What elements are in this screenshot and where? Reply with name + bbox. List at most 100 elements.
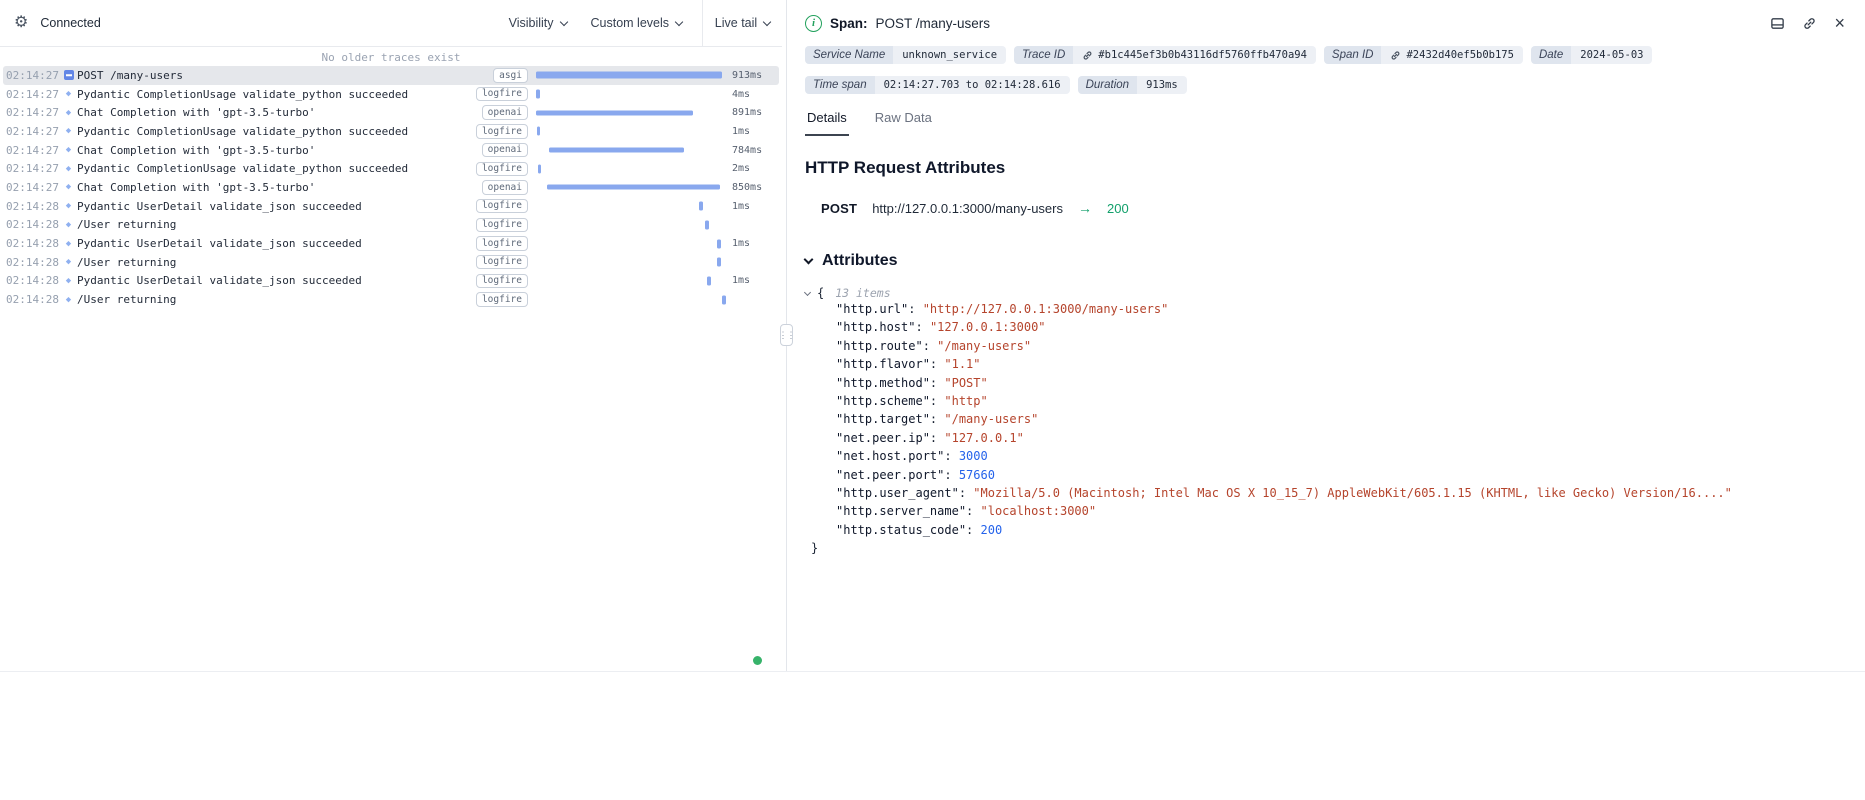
span-kind-icon[interactable] xyxy=(60,295,77,305)
scope-tag: openai xyxy=(482,105,528,120)
scope-tag-column: logfire xyxy=(490,255,528,270)
scope-tag: openai xyxy=(482,180,528,195)
detail-tab[interactable]: Details xyxy=(805,110,849,136)
duration-bar-track xyxy=(534,181,726,193)
metadata-badge: Time span 02:14:27.703 to 02:14:28.616 xyxy=(805,76,1070,94)
key-value-separator: : xyxy=(944,449,958,463)
trace-row[interactable]: 02:14:27 Chat Completion with 'gpt-3.5-t… xyxy=(3,141,779,160)
chevron-down-icon xyxy=(804,254,814,264)
custom-levels-dropdown[interactable]: Custom levels xyxy=(579,0,695,46)
duration-label: 1ms xyxy=(732,201,776,212)
items-count: 13 items xyxy=(835,286,890,300)
span-kind-icon[interactable] xyxy=(60,257,77,267)
span-kind-icon[interactable] xyxy=(60,145,77,155)
badge-value[interactable]: #b1c445ef3b0b43116df5760ffb470a94 xyxy=(1073,46,1316,64)
attribute-key: "net.peer.port" xyxy=(836,468,944,482)
attribute-row: "http.server_name": "localhost:3000" xyxy=(805,504,1847,522)
duration-label: 913ms xyxy=(732,70,776,81)
arrow-right-icon: → xyxy=(1078,200,1092,216)
trace-row[interactable]: 02:14:27 Pydantic CompletionUsage valida… xyxy=(3,122,779,141)
trace-label: Pydantic CompletionUsage validate_python… xyxy=(77,162,490,175)
detail-tabs: Details Raw Data xyxy=(805,110,1847,136)
attribute-key: "http.host" xyxy=(836,320,915,334)
span-kind-icon[interactable] xyxy=(60,239,77,249)
scope-tag-column: openai xyxy=(490,180,528,195)
span-kind-icon[interactable] xyxy=(60,276,77,286)
span-kind-icon[interactable] xyxy=(60,70,77,80)
detail-tab[interactable]: Raw Data xyxy=(873,110,934,136)
http-status-code: 200 xyxy=(1107,201,1129,216)
span-kind-icon[interactable] xyxy=(60,89,77,99)
trace-row[interactable]: 02:14:27 Chat Completion with 'gpt-3.5-t… xyxy=(3,103,779,122)
key-value-separator: : xyxy=(966,504,980,518)
badge-value[interactable]: unknown_service xyxy=(893,46,1006,64)
badge-value: 913ms xyxy=(1137,76,1187,94)
duration-bar xyxy=(699,202,703,211)
duration-bar-track xyxy=(534,107,726,119)
attribute-row: "net.peer.ip": "127.0.0.1" xyxy=(805,431,1847,449)
chevron-down-icon xyxy=(763,17,771,25)
trace-label: Pydantic CompletionUsage validate_python… xyxy=(77,88,490,101)
json-object-toggle[interactable]: { 13 items xyxy=(805,284,1847,302)
trace-label: /User returning xyxy=(77,218,490,231)
span-kind-icon[interactable] xyxy=(60,164,77,174)
attributes-heading[interactable]: Attributes xyxy=(805,252,1847,270)
trace-row[interactable]: 02:14:28 /User returning logfire xyxy=(3,216,779,235)
trace-row[interactable]: 02:14:28 Pydantic UserDetail validate_js… xyxy=(3,234,779,253)
scope-tag: logfire xyxy=(476,218,528,233)
scope-tag: logfire xyxy=(476,274,528,289)
visibility-dropdown[interactable]: Visibility xyxy=(497,0,579,46)
live-indicator-dot xyxy=(753,656,762,665)
attribute-key: "http.scheme" xyxy=(836,394,930,408)
badge-value[interactable]: #2432d40ef5b0b175 xyxy=(1381,46,1522,64)
copy-link-icon[interactable] xyxy=(1800,14,1819,33)
duration-bar xyxy=(717,239,721,248)
span-kind-icon[interactable] xyxy=(60,108,77,118)
trace-row[interactable]: 02:14:28 /User returning logfire xyxy=(3,253,779,272)
live-tail-dropdown[interactable]: Live tail xyxy=(711,16,774,30)
scope-tag-column: logfire xyxy=(490,236,528,251)
badge-value-text: 913ms xyxy=(1146,79,1178,91)
scope-tag-column: logfire xyxy=(490,124,528,139)
span-kind-icon[interactable] xyxy=(60,220,77,230)
attribute-key: "http.status_code" xyxy=(836,523,966,537)
trace-row[interactable]: 02:14:28 /User returning logfire xyxy=(3,290,779,309)
attribute-value: "Mozilla/5.0 (Macintosh; Intel Mac OS X … xyxy=(973,486,1732,500)
attribute-row: "http.scheme": "http" xyxy=(805,394,1847,412)
attribute-value: 3000 xyxy=(959,449,988,463)
live-tail-section: Live tail xyxy=(702,0,782,46)
trace-row[interactable]: 02:14:27 POST /many-users asgi 913ms xyxy=(3,66,779,85)
dock-panel-icon[interactable] xyxy=(1768,14,1787,33)
settings-gear-icon[interactable]: ⚙ xyxy=(12,13,30,33)
badge-label: Date xyxy=(1531,46,1571,64)
duration-bar xyxy=(536,110,693,115)
duration-bar xyxy=(705,220,709,229)
duration-bar-track xyxy=(534,238,726,250)
trace-row[interactable]: 02:14:27 Pydantic CompletionUsage valida… xyxy=(3,85,779,104)
panel-resize-divider[interactable]: ⋮⋮ xyxy=(782,0,791,671)
key-value-separator: : xyxy=(923,339,937,353)
duration-bar-track xyxy=(534,69,726,81)
resize-handle-icon[interactable]: ⋮⋮ xyxy=(780,324,793,346)
trace-timestamp: 02:14:28 xyxy=(6,200,60,213)
trace-row[interactable]: 02:14:27 Pydantic CompletionUsage valida… xyxy=(3,159,779,178)
trace-label: Chat Completion with 'gpt-3.5-turbo' xyxy=(77,106,490,119)
span-kind-icon[interactable] xyxy=(60,126,77,136)
trace-row[interactable]: 02:14:28 Pydantic UserDetail validate_js… xyxy=(3,197,779,216)
span-kind-icon[interactable] xyxy=(60,201,77,211)
badge-value[interactable]: 2024-05-03 xyxy=(1571,46,1652,64)
scope-tag: logfire xyxy=(476,255,528,270)
attribute-key: "net.peer.ip" xyxy=(836,431,930,445)
metadata-badge: Span ID #2432d40ef5b0b175 xyxy=(1324,46,1523,64)
badge-label: Span ID xyxy=(1324,46,1382,64)
scope-tag-column: openai xyxy=(490,143,528,158)
attribute-key: "http.flavor" xyxy=(836,357,930,371)
trace-row[interactable]: 02:14:27 Chat Completion with 'gpt-3.5-t… xyxy=(3,178,779,197)
scope-tag: logfire xyxy=(476,199,528,214)
close-icon[interactable]: × xyxy=(1832,12,1847,34)
span-kind-icon[interactable] xyxy=(60,182,77,192)
trace-row[interactable]: 02:14:28 Pydantic UserDetail validate_js… xyxy=(3,272,779,291)
toolbar-left: ⚙ Connected xyxy=(0,0,101,46)
metadata-badge: Trace ID #b1c445ef3b0b43116df5760ffb470a… xyxy=(1014,46,1316,64)
scope-tag: logfire xyxy=(476,236,528,251)
